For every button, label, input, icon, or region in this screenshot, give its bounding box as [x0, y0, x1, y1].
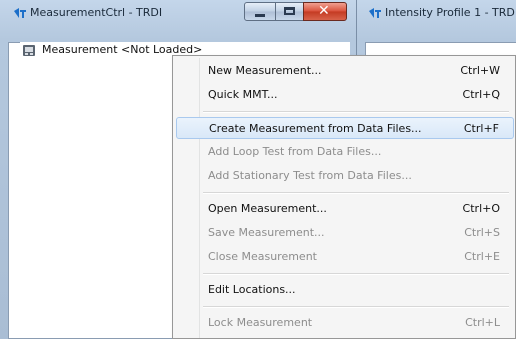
menu-item-label: Create Measurement from Data Files... — [209, 122, 422, 135]
menu-item-label: Open Measurement... — [208, 202, 327, 215]
right-titlebar[interactable]: Intensity Profile 1 - TRD — [357, 0, 516, 28]
menu-item-shortcut: Ctrl+W — [460, 64, 500, 77]
maximize-icon — [284, 7, 295, 15]
menu-item-label: Quick MMT... — [208, 88, 278, 101]
menu-item-open-measurement[interactable]: Open Measurement... Ctrl+O — [176, 198, 514, 220]
trdi-logo-icon — [369, 8, 381, 18]
menu-item-close-measurement: Close Measurement Ctrl+E — [176, 246, 514, 268]
menu-item-edit-locations[interactable]: Edit Locations... — [176, 279, 514, 301]
menu-item-quick-mmt[interactable]: Quick MMT... Ctrl+Q — [176, 84, 514, 106]
left-window-title: MeasurementCtrl - TRDI — [30, 6, 163, 19]
context-menu: New Measurement... Ctrl+W Quick MMT... C… — [172, 55, 516, 339]
menu-item-label: New Measurement... — [208, 64, 322, 77]
minimize-button[interactable] — [244, 2, 276, 21]
menu-separator — [203, 273, 509, 275]
menu-item-create-from-data-files[interactable]: Create Measurement from Data Files... Ct… — [176, 117, 514, 139]
window-controls: ✕ — [244, 2, 350, 21]
menu-item-shortcut: Ctrl+S — [464, 226, 500, 239]
menu-separator — [203, 111, 509, 113]
right-window-title: Intensity Profile 1 - TRD — [385, 6, 515, 19]
menu-separator — [203, 192, 509, 194]
menu-item-add-loop-test: Add Loop Test from Data Files... — [176, 141, 514, 163]
menu-item-label: Lock Measurement — [208, 316, 313, 329]
menu-item-label: Save Measurement... — [208, 226, 325, 239]
menu-item-label: Edit Locations... — [208, 283, 296, 296]
menu-item-label: Close Measurement — [208, 250, 317, 263]
left-titlebar[interactable]: MeasurementCtrl - TRDI ✕ — [0, 0, 356, 28]
menu-item-shortcut: Ctrl+Q — [462, 88, 500, 101]
close-button[interactable]: ✕ — [303, 2, 347, 21]
menu-item-label: Add Stationary Test from Data Files... — [208, 169, 412, 182]
maximize-button[interactable] — [275, 2, 304, 21]
minimize-icon — [255, 14, 265, 17]
menu-item-new-measurement[interactable]: New Measurement... Ctrl+W — [176, 60, 514, 82]
menu-item-save-measurement: Save Measurement... Ctrl+S — [176, 222, 514, 244]
menu-item-lock-measurement: Lock Measurement Ctrl+L — [176, 312, 514, 334]
menu-item-shortcut: Ctrl+O — [462, 202, 500, 215]
menu-item-label: Add Loop Test from Data Files... — [208, 145, 382, 158]
trdi-logo-icon — [14, 8, 26, 18]
menu-item-shortcut: Ctrl+E — [464, 250, 500, 263]
close-icon: ✕ — [318, 3, 330, 19]
menu-item-shortcut: Ctrl+F — [463, 122, 499, 135]
menu-item-shortcut: Ctrl+L — [465, 316, 500, 329]
measurement-icon — [23, 45, 35, 56]
menu-item-add-stationary-test: Add Stationary Test from Data Files... — [176, 165, 514, 187]
menu-separator — [203, 306, 509, 308]
